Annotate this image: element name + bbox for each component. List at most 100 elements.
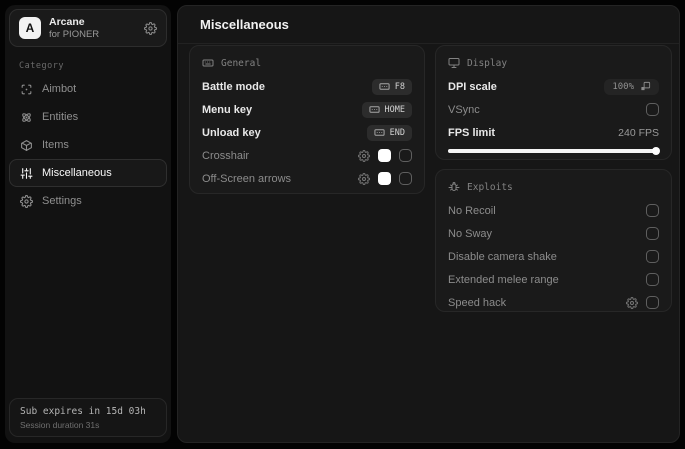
setting-label: No Sway [448,227,493,240]
keybind-button[interactable]: HOME [361,101,412,118]
scan-icon [20,83,33,96]
keyboard-icon [368,106,380,113]
fps-limit-value: 240 FPS [618,126,659,139]
setting-row-no-sway: No Sway [448,222,659,245]
sidebar-item-label: Aimbot [42,83,77,95]
checkbox[interactable] [646,296,659,309]
setting-controls [358,172,412,185]
session-duration-text: Session duration 31s [20,420,100,430]
checkbox[interactable] [399,172,412,185]
subscription-card: Sub expires in 15d 03h Session duration … [9,398,167,437]
setting-controls [626,296,659,309]
sidebar-item-label: Entities [42,111,79,123]
display-card: Display DPI scale 100% VSync FPS limit 2… [435,45,672,160]
keybind-value: F8 [394,81,405,92]
checkbox[interactable] [646,204,659,217]
sidebar-item-label: Settings [42,195,82,207]
setting-label: Crosshair [202,149,250,162]
setting-label: Battle mode [202,80,265,93]
exploits-card: Exploits No Recoil No Sway Disable camer… [435,169,672,312]
app-name: Arcane [49,15,85,28]
keybind-value: HOME [384,104,405,115]
keybind-button[interactable]: F8 [371,78,412,95]
keyboard-icon [374,129,385,136]
setting-label: Extended melee range [448,273,559,286]
sidebar-nav: Aimbot Entities Items Miscellaneous Sett… [9,75,167,215]
setting-label: No Recoil [448,204,496,217]
sidebar-item-miscellaneous[interactable]: Miscellaneous [9,159,167,187]
setting-label: Unload key [202,126,261,139]
setting-row-vsync: VSync [448,98,659,121]
display-card-title: Display [467,57,508,69]
page-header: Miscellaneous [178,6,679,44]
setting-row-dpi-scale: DPI scale 100% [448,75,659,98]
fps-limit-slider[interactable] [448,147,660,155]
setting-label: Off-Screen arrows [202,172,292,185]
general-card-header: General [202,53,412,73]
keybind-value: END [389,127,405,138]
bug-icon [448,181,460,193]
setting-label: Menu key [202,103,253,116]
checkbox[interactable] [646,227,659,240]
sidebar-item-entities[interactable]: Entities [9,103,167,131]
gear-icon[interactable] [358,149,370,162]
setting-label: Speed hack [448,296,507,309]
setting-label: VSync [448,103,480,116]
sidebar-item-aimbot[interactable]: Aimbot [9,75,167,103]
app-titles: Arcane for PIONER [49,16,99,41]
setting-row-fps-limit: FPS limit 240 FPS [448,121,659,144]
setting-controls [358,149,412,162]
setting-row-speed-hack: Speed hack [448,291,659,314]
exploits-card-header: Exploits [448,177,659,197]
app-logo: A [19,17,41,39]
main-panel: Miscellaneous General Battle mode F8 Men… [177,5,680,443]
setting-row-menu-key: Menu key HOME [202,98,412,121]
sliders-icon [20,167,33,180]
category-label: Category [19,61,64,71]
display-card-header: Display [448,53,659,73]
slider-knob[interactable] [652,147,660,155]
checkbox[interactable] [646,250,659,263]
sidebar-item-label: Miscellaneous [42,167,112,179]
keybind-button[interactable]: END [366,124,412,141]
gear-icon [20,194,33,208]
setting-row-no-recoil: No Recoil [448,199,659,222]
keyboard-icon [202,57,214,69]
monitor-icon [448,57,460,69]
setting-row-crosshair: Crosshair [202,144,412,167]
checkbox[interactable] [399,149,412,162]
setting-label: FPS limit [448,126,496,139]
gear-icon[interactable] [626,296,638,309]
dpi-scale-value: 100% [612,81,634,92]
keyboard-icon [379,83,390,90]
dpi-scale-select[interactable]: 100% [604,78,659,95]
fps-slider-fill [448,147,660,155]
setting-row-battle-mode: Battle mode F8 [202,75,412,98]
setting-label: DPI scale [448,80,497,93]
setting-row-offscreen-arrows: Off-Screen arrows [202,167,412,190]
color-swatch[interactable] [378,172,391,185]
sidebar: A Arcane for PIONER Category Aimbot Enti… [5,5,171,443]
box-icon [20,139,33,152]
setting-label: Disable camera shake [448,250,557,263]
color-swatch[interactable] [378,149,391,162]
app-header-card: A Arcane for PIONER [9,9,167,47]
gear-icon[interactable] [358,172,370,185]
atom-icon [20,111,33,124]
scale-icon [641,81,651,91]
sidebar-item-settings[interactable]: Settings [9,187,167,215]
sub-expires-text: Sub expires in 15d 03h [20,406,146,417]
page-title: Miscellaneous [200,17,289,32]
general-card: General Battle mode F8 Menu key HOME Unl… [189,45,425,194]
checkbox[interactable] [646,103,659,116]
checkbox[interactable] [646,273,659,286]
exploits-card-title: Exploits [467,181,513,193]
sidebar-item-items[interactable]: Items [9,131,167,159]
gear-icon[interactable] [144,21,157,35]
general-card-title: General [221,57,262,69]
setting-row-unload-key: Unload key END [202,121,412,144]
setting-row-extended-melee-range: Extended melee range [448,268,659,291]
sidebar-item-label: Items [42,139,69,151]
app-subtitle: for PIONER [49,28,100,40]
setting-row-disable-camera-shake: Disable camera shake [448,245,659,268]
